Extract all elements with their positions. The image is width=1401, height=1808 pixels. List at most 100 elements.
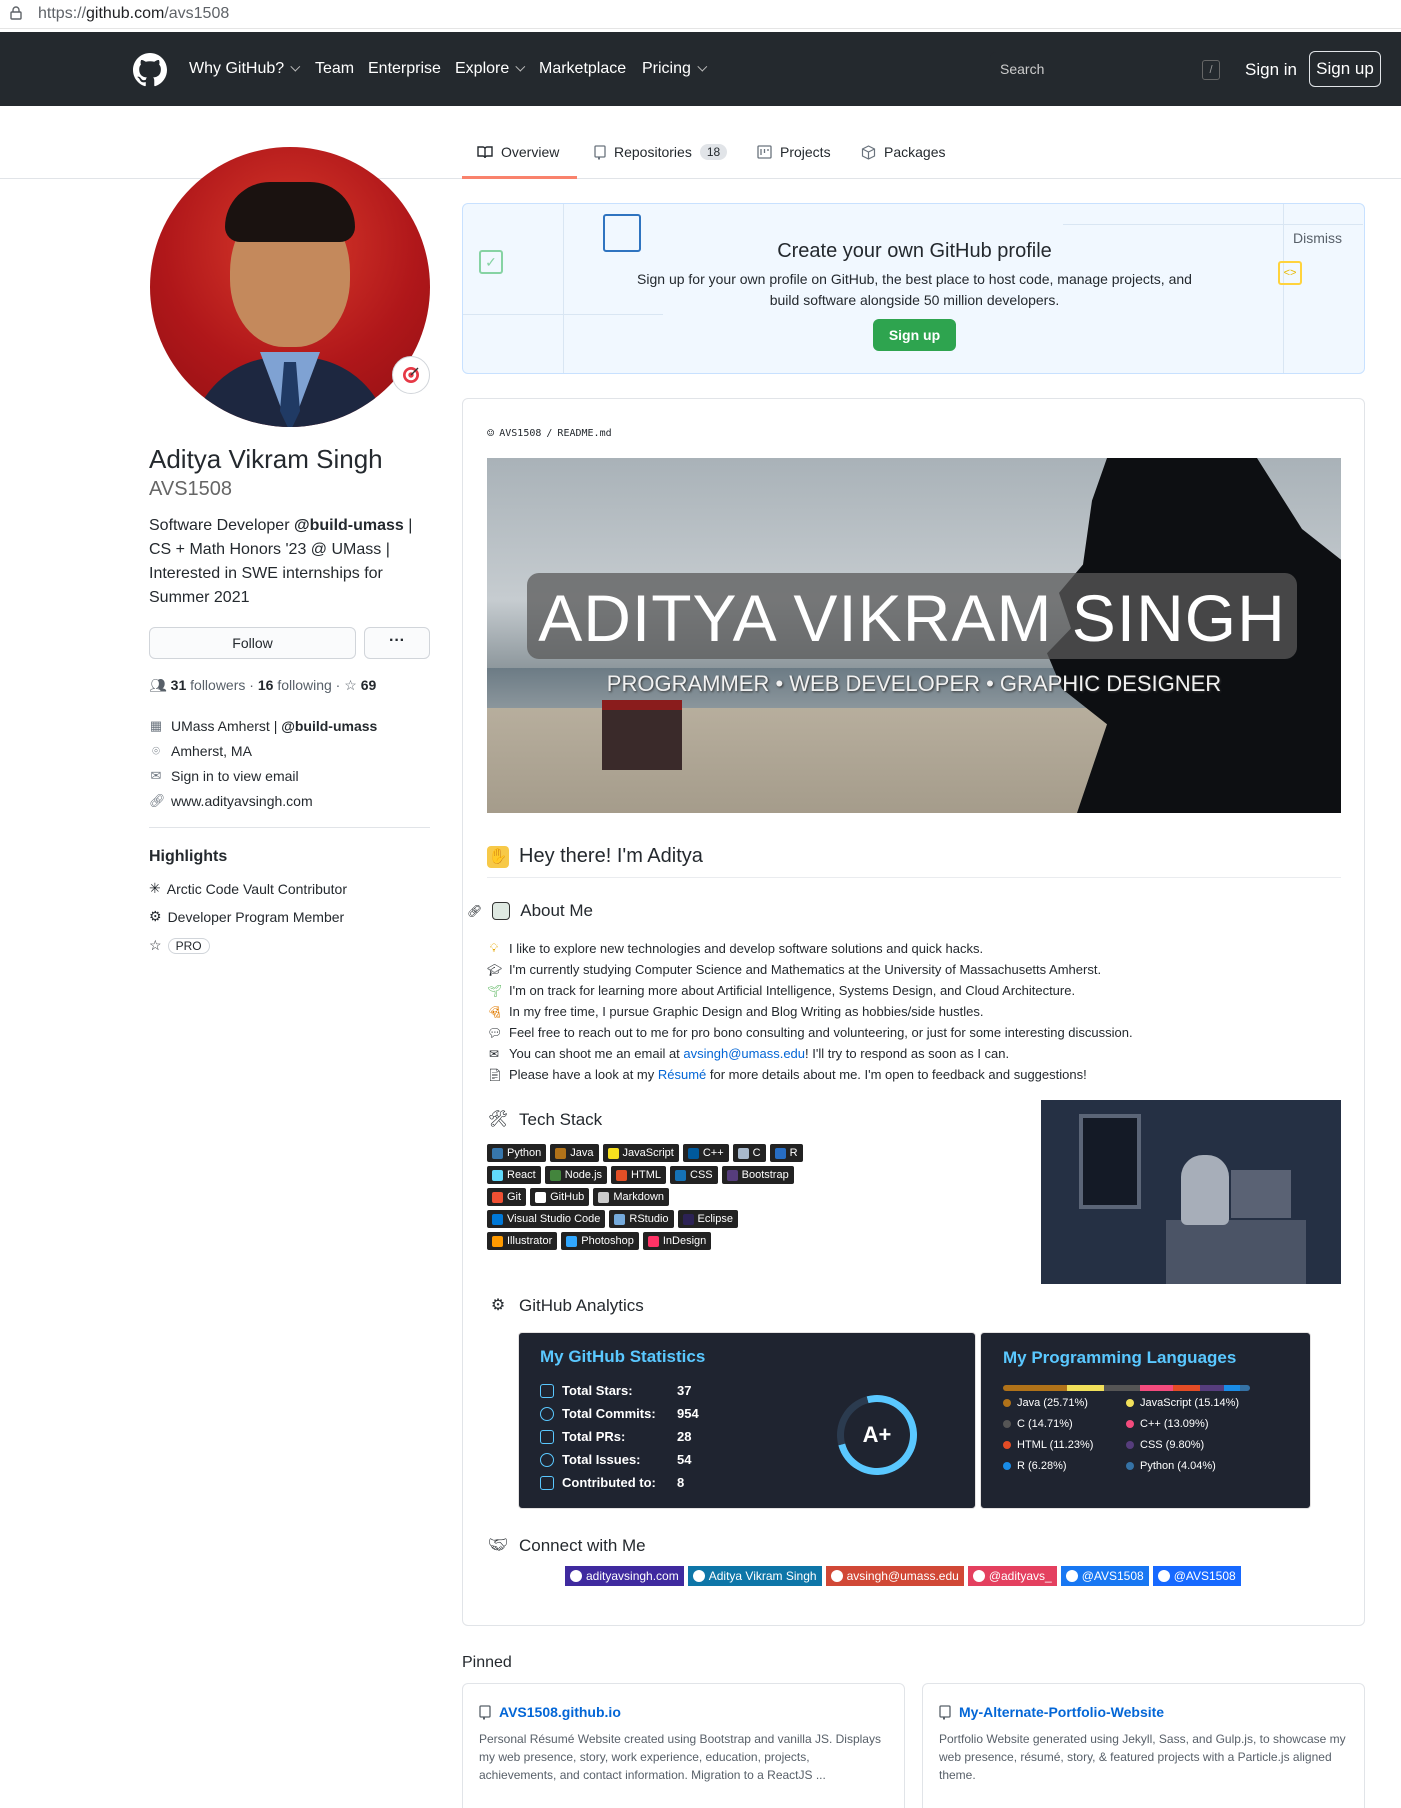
- email-link[interactable]: avsingh@umass.edu: [683, 1046, 805, 1061]
- about-line: ✉ You can shoot me an email at avsingh@um…: [488, 1046, 1010, 1061]
- social-badge[interactable]: Aditya Vikram Singh: [687, 1566, 822, 1586]
- tech-badge: Java: [550, 1144, 599, 1162]
- about-heading: 🔗︎ About Me: [467, 901, 593, 920]
- vcard-location: ⌾ Amherst, MA: [149, 743, 252, 759]
- bio-org-link[interactable]: @build-umass: [294, 517, 404, 534]
- pinned-title: Pinned: [462, 1654, 512, 1671]
- browser-url-bar[interactable]: https://github.com/avs1508: [0, 0, 1401, 29]
- nav-enterprise[interactable]: Enterprise: [368, 60, 441, 78]
- highlight-developer-program[interactable]: ⚙ Developer Program Member: [149, 908, 344, 925]
- pinned-repo-card[interactable]: AVS1508.github.io Personal Résumé Websit…: [462, 1683, 905, 1808]
- resume-link[interactable]: Résumé: [658, 1067, 706, 1082]
- language-dot: [1126, 1462, 1134, 1470]
- nav-pricing[interactable]: Pricing: [642, 60, 708, 78]
- hero-name: ADITYA VIKRAM SINGH: [538, 581, 1286, 655]
- mail-icon: ✉: [150, 768, 162, 783]
- vcard-website[interactable]: 🔗︎ www.adityavsingh.com: [149, 793, 313, 809]
- banner-deco-line: [1283, 204, 1284, 373]
- vcard-email[interactable]: ✉ Sign in to view email: [149, 768, 299, 784]
- banner-sign-up-button[interactable]: Sign up: [873, 319, 956, 351]
- lock-icon: [10, 6, 22, 20]
- star-icon: ☆: [149, 937, 162, 953]
- status-emoji-badge[interactable]: [392, 356, 430, 394]
- stats-title: My GitHub Statistics: [540, 1347, 706, 1366]
- code-decoration-icon: <>: [1278, 261, 1302, 285]
- readme-path[interactable]: ☺ AVS1508/README.md: [487, 426, 612, 440]
- tech-logo-icon: [549, 1169, 561, 1181]
- nav-explore[interactable]: Explore: [455, 60, 526, 78]
- profile-full-name: Aditya Vikram Singh: [149, 444, 383, 474]
- heading-rule: [487, 877, 1341, 878]
- pinned-repo-name[interactable]: My-Alternate-Portfolio-Website: [939, 1704, 1164, 1720]
- social-logo-icon: [692, 1570, 705, 1582]
- social-badge[interactable]: adityavsingh.com: [565, 1566, 684, 1586]
- banner-subtitle: Sign up for your own profile on GitHub, …: [637, 271, 1192, 308]
- about-line: 📄︎ Please have a look at my Résumé for mo…: [487, 1067, 1087, 1082]
- follow-button[interactable]: Follow: [149, 627, 356, 659]
- profile-username: AVS1508: [149, 478, 233, 500]
- language-bar-segment: [1239, 1385, 1250, 1391]
- banner-dismiss-button[interactable]: Dismiss: [1293, 230, 1342, 246]
- anchor-link-icon[interactable]: 🔗︎: [467, 904, 482, 918]
- pinned-repo-card[interactable]: My-Alternate-Portfolio-Website Portfolio…: [922, 1683, 1365, 1808]
- lightbulb-icon: 💡︎: [489, 941, 499, 955]
- github-stats-card: My GitHub Statistics Total Stars: 37 Tota…: [518, 1332, 976, 1509]
- followers-count[interactable]: 31: [171, 677, 187, 693]
- people-icon: 👥︎: [149, 677, 167, 693]
- tech-badge: C: [732, 1144, 766, 1162]
- nav-why-github[interactable]: Why GitHub?: [189, 60, 301, 78]
- tech-badge-row: Illustrator Photoshop InDesign: [487, 1232, 715, 1250]
- tech-badge: Node.js: [544, 1166, 608, 1184]
- github-logo-icon[interactable]: [133, 53, 167, 87]
- pinned-repo-name[interactable]: AVS1508.github.io: [479, 1704, 621, 1720]
- snowflake-icon: ✳: [149, 880, 161, 896]
- project-icon: [757, 145, 772, 159]
- social-logo-icon: [830, 1570, 843, 1582]
- tech-badge: Photoshop: [561, 1232, 639, 1250]
- following-count[interactable]: 16: [258, 677, 274, 693]
- social-badge[interactable]: @AVS1508: [1152, 1566, 1241, 1586]
- repo-icon: [540, 1475, 554, 1490]
- language-legend-item: C++ (13.09%): [1126, 1418, 1208, 1430]
- stars-count[interactable]: 69: [361, 677, 377, 693]
- social-logo-icon: [972, 1570, 985, 1582]
- tech-logo-icon: [492, 1235, 503, 1247]
- tech-badge-row: React Node.js HTML CSS Bootstrap: [487, 1166, 798, 1184]
- social-badge[interactable]: @adityavs_: [967, 1566, 1057, 1586]
- tab-repositories[interactable]: Repositories 18: [594, 144, 728, 160]
- tech-badge-row: Git GitHub Markdown: [487, 1188, 673, 1206]
- analytics-heading: ⚙ GitHub Analytics: [487, 1295, 644, 1317]
- highlight-pro[interactable]: ☆ PRO: [149, 937, 210, 954]
- sign-in-link[interactable]: Sign in: [1245, 60, 1297, 80]
- tech-badge: Bootstrap: [721, 1166, 794, 1184]
- social-badge[interactable]: @AVS1508: [1060, 1566, 1149, 1586]
- social-badge[interactable]: avsingh@umass.edu: [825, 1566, 964, 1586]
- star-icon: ☆: [344, 677, 357, 693]
- followers-link[interactable]: followers: [190, 677, 245, 693]
- tech-logo-icon: [616, 1169, 628, 1181]
- stat-row: Total Stars: 37: [540, 1383, 691, 1398]
- stat-row: Contributed to: 8: [540, 1475, 684, 1490]
- tab-packages[interactable]: Packages: [861, 144, 945, 160]
- history-icon: [540, 1406, 554, 1421]
- nav-marketplace[interactable]: Marketplace: [539, 60, 626, 78]
- language-legend-item: JavaScript (15.14%): [1126, 1397, 1239, 1409]
- tech-badge: Eclipse: [677, 1210, 738, 1228]
- nav-team[interactable]: Team: [315, 60, 354, 78]
- following-link[interactable]: following: [277, 677, 331, 693]
- site-header: Why GitHub? Team Enterprise Explore Mark…: [0, 32, 1401, 106]
- tab-overview[interactable]: Overview: [477, 144, 559, 160]
- url-text[interactable]: https://github.com/avs1508: [38, 5, 229, 23]
- sign-up-button[interactable]: Sign up: [1309, 51, 1381, 87]
- tech-badge-row: Visual Studio Code RStudio Eclipse: [487, 1210, 742, 1228]
- location-icon: ⌾: [152, 743, 160, 758]
- org-link[interactable]: @build-umass: [281, 718, 377, 734]
- tech-logo-icon: [555, 1147, 567, 1159]
- hero-subtitle: PROGRAMMER • WEB DEVELOPER • GRAPHIC DES…: [606, 671, 1222, 696]
- highlight-arctic-vault[interactable]: ✳ Arctic Code Vault Contributor: [149, 880, 347, 897]
- tab-projects[interactable]: Projects: [757, 144, 831, 160]
- language-bar-segment: [1140, 1385, 1173, 1391]
- tech-logo-icon: [492, 1169, 503, 1181]
- tech-badge: Markdown: [593, 1188, 670, 1206]
- more-options-button[interactable]: ···: [364, 627, 430, 659]
